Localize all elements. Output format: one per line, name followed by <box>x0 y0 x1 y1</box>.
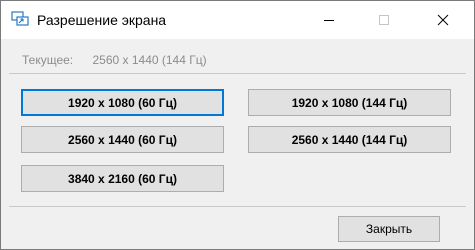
title-bar[interactable]: Разрешение экрана <box>1 1 474 39</box>
resolution-button-2560x1440-60[interactable]: 2560 x 1440 (60 Гц) <box>21 126 224 153</box>
dialog-content: Текущее: 2560 x 1440 (144 Гц) 1920 x 108… <box>1 39 474 249</box>
dialog-window: Разрешение экрана Текущее: 2560 x 1440 (… <box>0 0 475 250</box>
divider <box>9 73 466 74</box>
maximize-icon <box>379 15 389 25</box>
minimize-icon <box>324 20 334 21</box>
close-button[interactable]: Закрыть <box>338 216 440 242</box>
divider <box>9 206 466 207</box>
minimize-button[interactable] <box>306 1 352 39</box>
current-label: Текущее: <box>22 53 74 67</box>
resolution-button-1920x1080-60[interactable]: 1920 x 1080 (60 Гц) <box>21 89 224 116</box>
resolution-button-2560x1440-144[interactable]: 2560 x 1440 (144 Гц) <box>248 126 451 153</box>
current-resolution: Текущее: 2560 x 1440 (144 Гц) <box>22 53 207 67</box>
close-icon <box>437 14 449 26</box>
maximize-button <box>361 1 407 39</box>
resolution-button-3840x2160-60[interactable]: 3840 x 2160 (60 Гц) <box>21 165 224 192</box>
display-settings-icon <box>11 11 29 27</box>
window-title: Разрешение экрана <box>37 12 167 28</box>
close-window-button[interactable] <box>420 1 466 39</box>
resolution-button-1920x1080-144[interactable]: 1920 x 1080 (144 Гц) <box>248 89 451 116</box>
current-value: 2560 x 1440 (144 Гц) <box>92 53 207 67</box>
